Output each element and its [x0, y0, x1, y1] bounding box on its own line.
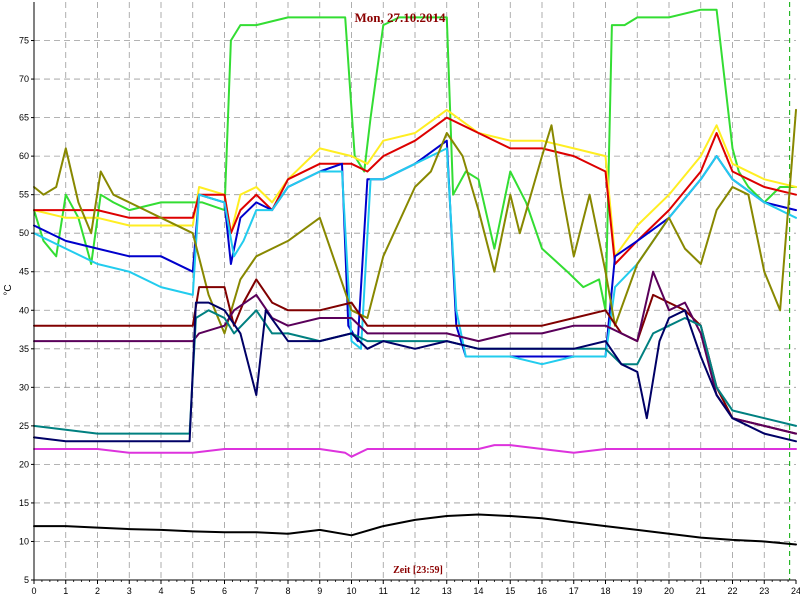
y-tick-label-7: 40	[19, 305, 29, 315]
x-tick-label-11: 11	[379, 586, 388, 596]
x-tick-label-13: 13	[442, 586, 452, 596]
y-tick-label-0: 5	[24, 575, 29, 585]
y-tick-label-10: 55	[19, 190, 29, 200]
y-tick-label-14: 75	[19, 36, 29, 46]
x-tick-label-20: 20	[664, 586, 674, 596]
x-tick-label-7: 7	[254, 586, 259, 596]
y-tick-label-9: 50	[19, 228, 29, 238]
x-tick-label-22: 22	[727, 586, 737, 596]
y-tick-label-2: 15	[19, 498, 29, 508]
x-tick-label-12: 12	[410, 586, 420, 596]
chart-background	[0, 0, 800, 600]
x-tick-label-18: 18	[600, 586, 610, 596]
x-tick-label-3: 3	[127, 586, 132, 596]
x-tick-label-8: 8	[285, 586, 290, 596]
y-tick-label-11: 60	[19, 151, 29, 161]
x-tick-label-9: 9	[317, 586, 322, 596]
x-tick-label-17: 17	[569, 586, 579, 596]
y-tick-label-8: 45	[19, 267, 29, 277]
y-tick-labels: 5 10 15 20 25 30 35 40 45 50 55 60 65 70 75	[19, 36, 29, 585]
x-tick-label-23: 23	[759, 586, 769, 596]
y-tick-label-5: 30	[19, 382, 29, 392]
x-tick-label-4: 4	[158, 586, 163, 596]
y-tick-label-13: 70	[19, 74, 29, 84]
x-tick-label-15: 15	[505, 586, 515, 596]
chart-title: Mon, 27.10.2014	[355, 10, 447, 25]
x-tick-label-14: 14	[473, 586, 483, 596]
y-axis-label: °C	[3, 284, 14, 295]
x-tick-label-2: 2	[95, 586, 100, 596]
x-tick-label-6: 6	[222, 586, 227, 596]
y-tick-label-3: 20	[19, 459, 29, 469]
x-axis-label: Zeit [23:59]	[393, 565, 443, 576]
y-tick-label-1: 10	[19, 536, 29, 546]
x-tick-label-24: 24	[791, 586, 800, 596]
x-tick-label-0: 0	[31, 586, 36, 596]
y-tick-label-6: 35	[19, 344, 29, 354]
temperature-line-chart: 51015202530354045505560657075 0123456789…	[0, 0, 800, 600]
x-tick-label-16: 16	[537, 586, 547, 596]
x-tick-label-10: 10	[346, 586, 356, 596]
x-tick-label-5: 5	[190, 586, 195, 596]
y-tick-label-12: 65	[19, 113, 29, 123]
x-tick-label-1: 1	[63, 586, 68, 596]
y-tick-label-4: 25	[19, 421, 29, 431]
x-tick-label-21: 21	[696, 586, 706, 596]
x-tick-label-19: 19	[632, 586, 642, 596]
